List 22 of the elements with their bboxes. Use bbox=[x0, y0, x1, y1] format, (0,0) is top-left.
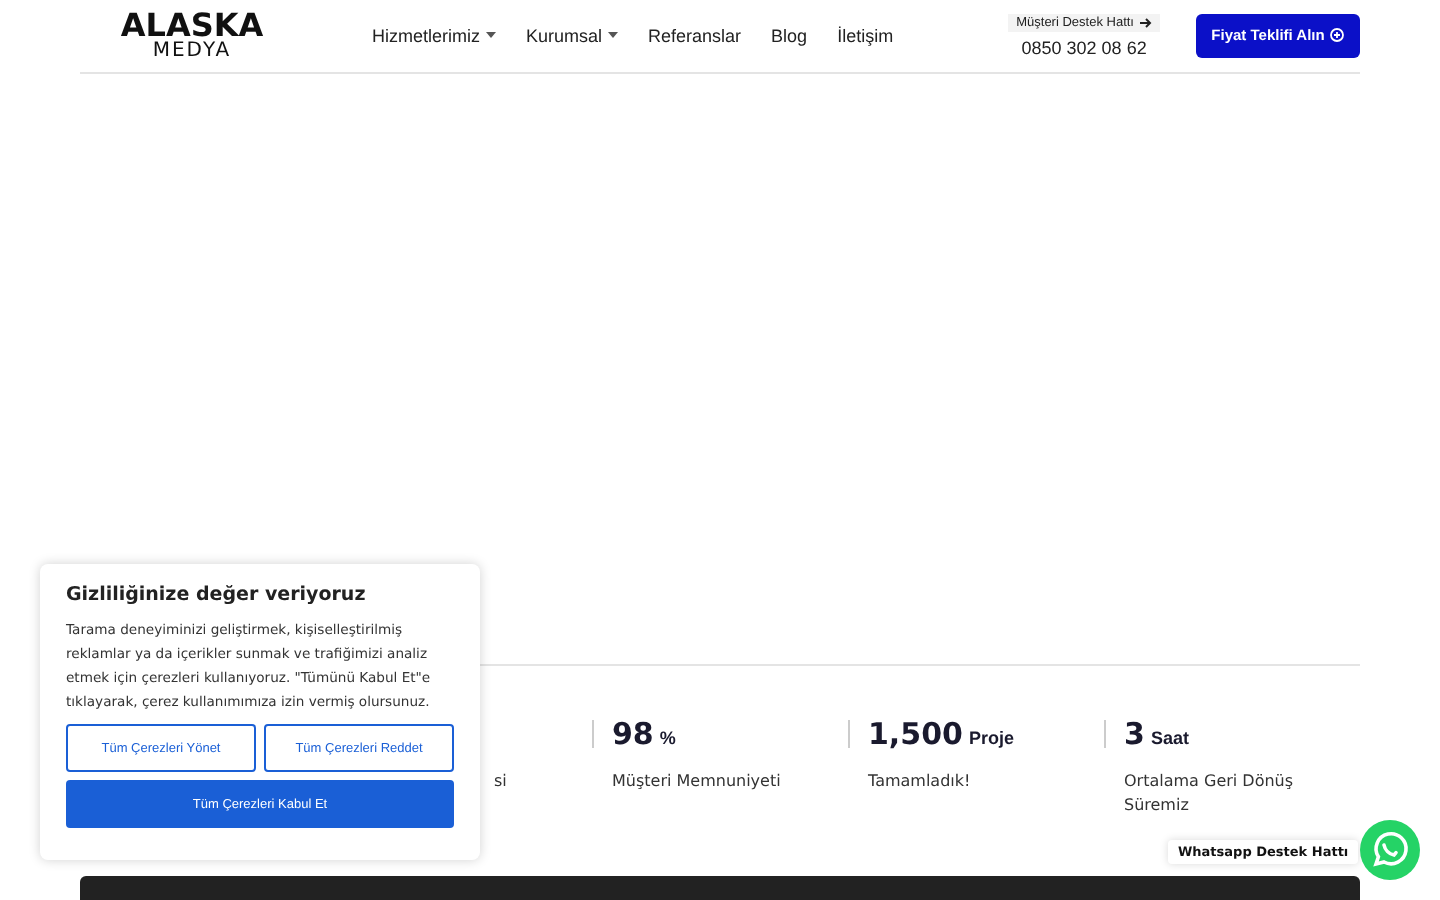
stat-unit: % bbox=[659, 728, 676, 749]
phone-number[interactable]: 0850 302 08 62 bbox=[1021, 37, 1147, 58]
stat-unit: Saat bbox=[1150, 728, 1189, 749]
stat-value: 98 bbox=[612, 716, 654, 753]
cookie-title: Gizliliğinize değer veriyoruz bbox=[66, 584, 368, 606]
logo-text[interactable]: ALASKA bbox=[120, 9, 264, 42]
nav-link[interactable]: Kurumsal bbox=[526, 25, 619, 46]
stat-label: si bbox=[494, 770, 507, 795]
plus-circle-icon bbox=[1330, 28, 1345, 43]
nav-link[interactable]: Referanslar bbox=[648, 25, 742, 46]
arrow-icon bbox=[1140, 17, 1152, 28]
stat-label: Ortalama Geri Dönüş Süremiz bbox=[1124, 770, 1296, 818]
stat-label: Müşteri Memnuniyeti bbox=[612, 770, 783, 795]
stat-value: 1,500 bbox=[868, 716, 963, 753]
nav-link[interactable]: Hizmetlerimiz bbox=[372, 25, 496, 46]
nav-link[interactable]: İletişim bbox=[837, 25, 894, 46]
stat-value: 3 bbox=[1124, 716, 1145, 753]
whatsapp-icon[interactable] bbox=[1360, 820, 1420, 880]
stat-label: Tamamladık! bbox=[868, 770, 973, 795]
logo-subtext[interactable]: MEDYA bbox=[152, 41, 232, 62]
nav-link[interactable]: Blog bbox=[771, 25, 808, 46]
stat-unit: Proje bbox=[968, 728, 1014, 749]
